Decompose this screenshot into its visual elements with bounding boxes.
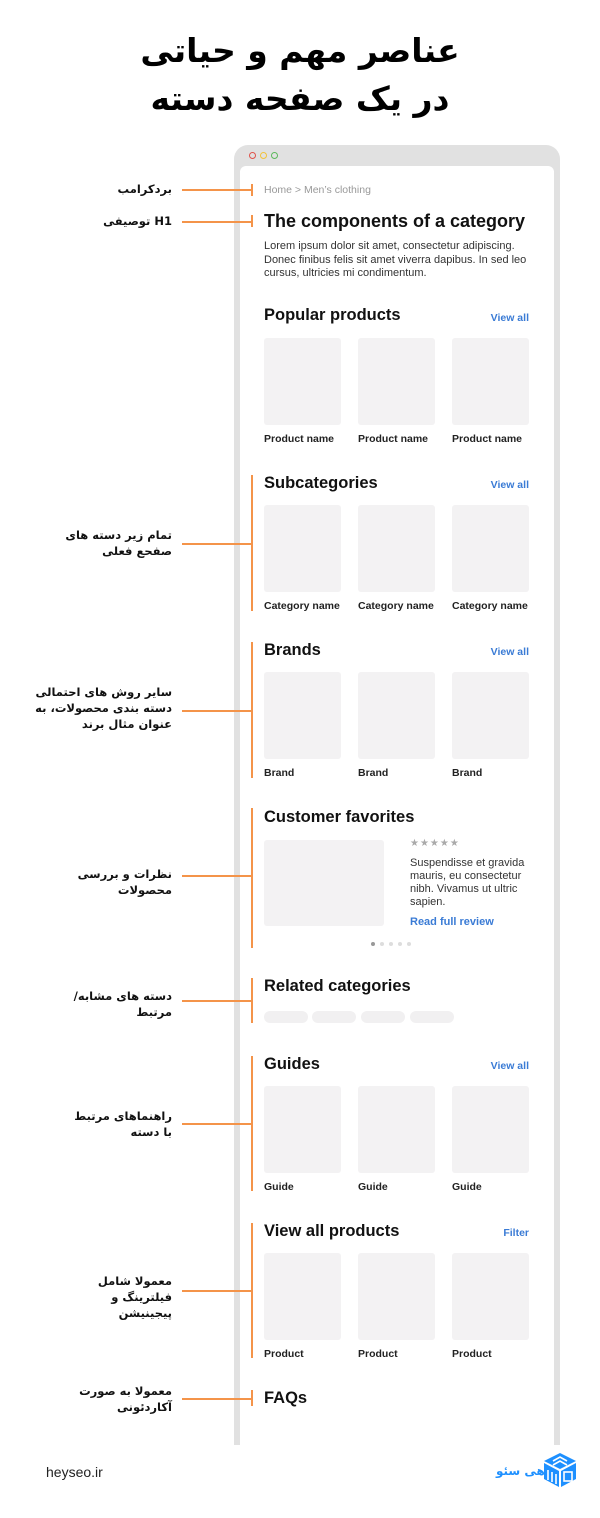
footer-brand-name: هی سئو: [496, 1464, 545, 1478]
annotation-bracket: [251, 978, 253, 1023]
category-card-image[interactable]: [452, 505, 529, 592]
guide-name[interactable]: Guide: [358, 1181, 388, 1193]
annotation-bracket: [251, 184, 253, 196]
product-name[interactable]: Product: [358, 1348, 398, 1360]
annotation-connector: [182, 1000, 252, 1002]
category-card-image[interactable]: [264, 505, 341, 592]
annotation-favorites: نظرات و بررسی محصولات: [77, 867, 172, 897]
subcategories-view-all-link[interactable]: View all: [491, 479, 529, 491]
annotation-bracket: [251, 642, 253, 778]
annotation-bracket: [251, 1223, 253, 1358]
review-text: Suspendisse et gravida mauris, eu consec…: [410, 857, 525, 908]
annotation-bracket: [251, 475, 253, 611]
brand-name[interactable]: Brand: [358, 767, 388, 779]
annotation-connector: [182, 1123, 252, 1125]
popular-view-all-link[interactable]: View all: [491, 312, 529, 324]
popular-products-title: Popular products: [264, 306, 401, 324]
product-name[interactable]: Product: [264, 1348, 304, 1360]
guides-title: Guides: [264, 1055, 320, 1073]
brands-view-all-link[interactable]: View all: [491, 646, 529, 658]
filter-link[interactable]: Filter: [503, 1227, 529, 1239]
annotation-connector: [182, 543, 252, 545]
category-name[interactable]: Category name: [358, 600, 434, 612]
annotation-breadcrumb: بردکرامب: [117, 182, 172, 196]
product-card-image[interactable]: [264, 338, 341, 425]
product-card-image[interactable]: [452, 338, 529, 425]
brand-card-image[interactable]: [264, 672, 341, 759]
category-card-image[interactable]: [358, 505, 435, 592]
product-name[interactable]: Product name: [264, 433, 334, 445]
brand-name[interactable]: Brand: [452, 767, 482, 779]
faqs-title[interactable]: FAQs: [264, 1389, 307, 1408]
subcategories-title: Subcategories: [264, 474, 378, 492]
related-category-chip[interactable]: [264, 1011, 308, 1023]
guide-card-image[interactable]: [358, 1086, 435, 1173]
guide-name[interactable]: Guide: [264, 1181, 294, 1193]
related-category-chip[interactable]: [410, 1011, 454, 1023]
category-name[interactable]: Category name: [452, 600, 528, 612]
intro-text: Lorem ipsum dolor sit amet, consectetur …: [264, 240, 527, 279]
carousel-dot[interactable]: [389, 942, 393, 946]
brand-card-image[interactable]: [358, 672, 435, 759]
all-products-title: View all products: [264, 1222, 400, 1240]
annotation-related: دسته های مشابه/مرتبط: [73, 989, 172, 1019]
page-h1: The components of a category: [264, 211, 526, 231]
brand-card-image[interactable]: [452, 672, 529, 759]
annotation-guides: راهنماهای مرتبط با دسته: [74, 1109, 172, 1139]
rating-stars-icon: ★★★★★: [410, 838, 460, 849]
read-full-review-link[interactable]: Read full review: [410, 916, 494, 928]
footer-site-url[interactable]: heyseo.ir: [46, 1464, 103, 1480]
annotation-bracket: [251, 1056, 253, 1191]
guide-card-image[interactable]: [264, 1086, 341, 1173]
review-product-image[interactable]: [264, 840, 384, 926]
product-card-image[interactable]: [358, 1253, 435, 1340]
product-card-image[interactable]: [358, 338, 435, 425]
annotation-bracket: [251, 215, 253, 227]
annotation-connector: [182, 1290, 252, 1292]
product-name[interactable]: Product name: [358, 433, 428, 445]
guide-card-image[interactable]: [452, 1086, 529, 1173]
breadcrumb[interactable]: Home > Men’s clothing: [264, 184, 371, 196]
annotation-connector: [182, 1398, 252, 1400]
guide-name[interactable]: Guide: [452, 1181, 482, 1193]
window-maximize-icon: [271, 152, 278, 159]
brands-title: Brands: [264, 641, 321, 659]
annotation-all-products: معمولا شامل فیلترینگ و پیجینیشن: [97, 1274, 172, 1320]
related-categories-title: Related categories: [264, 977, 411, 995]
annotation-connector: [182, 710, 252, 712]
carousel-dot[interactable]: [407, 942, 411, 946]
annotation-bracket: [251, 1390, 253, 1406]
product-name[interactable]: Product: [452, 1348, 492, 1360]
product-name[interactable]: Product name: [452, 433, 522, 445]
annotation-bracket: [251, 808, 253, 948]
title-line-2: در یک صفحه دسته: [150, 79, 450, 118]
brand-name[interactable]: Brand: [264, 767, 294, 779]
title-line-1: عناصر مهم و حیاتی: [140, 31, 460, 70]
annotation-h1: H1 توصیفی: [103, 214, 172, 228]
annotation-connector: [182, 221, 252, 223]
product-card-image[interactable]: [264, 1253, 341, 1340]
category-name[interactable]: Category name: [264, 600, 340, 612]
annotation-faqs: معمولا به صورت آکاردئونی: [79, 1384, 172, 1414]
related-category-chip[interactable]: [361, 1011, 405, 1023]
product-card-image[interactable]: [452, 1253, 529, 1340]
carousel-dot-active[interactable]: [371, 942, 375, 946]
related-category-chip[interactable]: [312, 1011, 356, 1023]
customer-favorites-title: Customer favorites: [264, 808, 415, 826]
window-minimize-icon: [260, 152, 267, 159]
window-close-icon: [249, 152, 256, 159]
guides-view-all-link[interactable]: View all: [491, 1060, 529, 1072]
annotation-connector: [182, 189, 252, 191]
carousel-dot[interactable]: [398, 942, 402, 946]
annotation-subcategories: تمام زیر دسته های صفحع فعلی: [65, 528, 172, 558]
annotation-brands: سایر روش های احتمالی دسته بندی محصولات، …: [35, 685, 172, 731]
annotation-connector: [182, 875, 252, 877]
brand-logo-icon: [544, 1453, 576, 1487]
carousel-dot[interactable]: [380, 942, 384, 946]
